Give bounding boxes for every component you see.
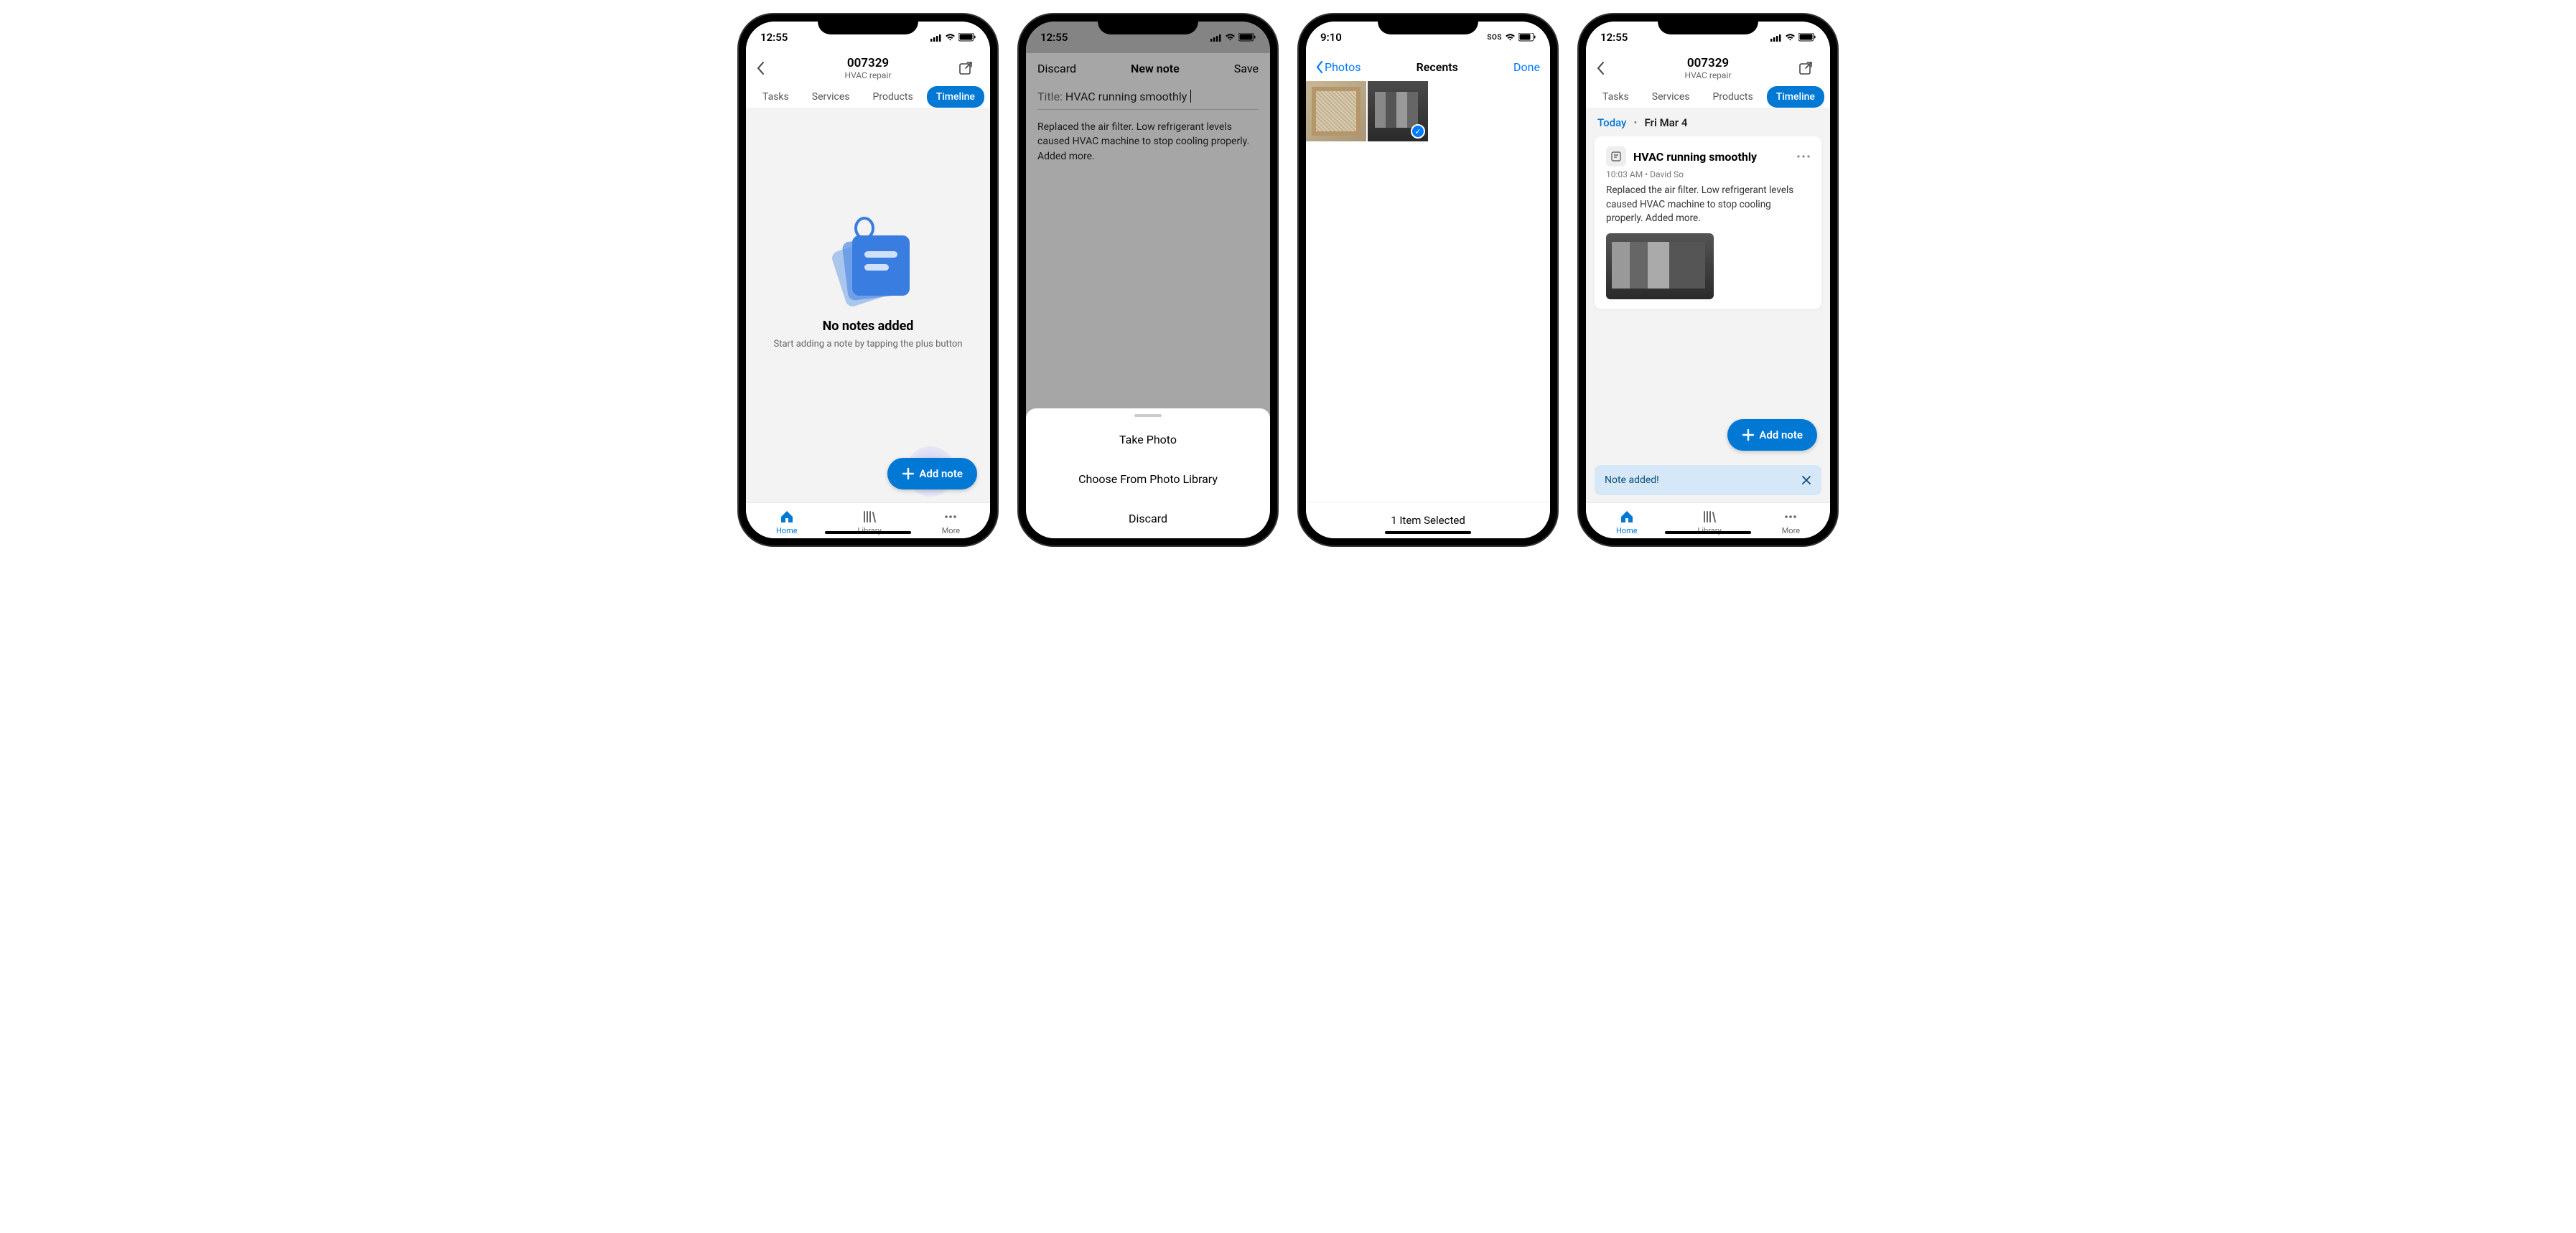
tab-tasks[interactable]: Tasks [753,86,798,108]
page-title: 007329 [778,56,958,70]
nav-home[interactable]: Home [776,509,798,535]
page-header: 007329 HVAC repair [1586,53,1830,86]
plus-icon [1742,428,1755,441]
tab-services[interactable]: Services [1643,86,1699,108]
add-note-button[interactable]: Add note [1727,419,1817,451]
ellipsis-icon [1797,155,1810,158]
date-header: Today • Fri Mar 4 [1586,108,1830,136]
tab-products[interactable]: Products [864,86,923,108]
date-text: Fri Mar 4 [1644,116,1687,129]
tab-timeline[interactable]: Timeline [1767,86,1824,108]
home-icon [1619,509,1635,525]
toast-close-button[interactable] [1801,475,1811,485]
empty-title: No notes added [823,319,914,334]
phone-4: 12:55 007329 HVAC repair Tasks Services … [1579,14,1837,545]
home-icon [779,509,795,525]
tabs: Tasks Services Products Timeline [746,86,990,108]
photo-thumb-1[interactable] [1306,81,1366,141]
picker-title: Recents [1417,60,1458,74]
tab-services[interactable]: Services [803,86,859,108]
back-button[interactable] [756,61,778,75]
photo-grid: ✓ [1306,81,1550,141]
photo-thumb-2[interactable]: ✓ [1368,81,1428,141]
page-subtitle: HVAC repair [1618,70,1798,80]
fab-label: Add note [1759,428,1803,441]
tab-tasks[interactable]: Tasks [1593,86,1638,108]
photos-back-button[interactable]: Photos [1316,60,1361,74]
toast-message: Note added! [1605,474,1659,486]
tab-timeline[interactable]: Timeline [927,86,984,108]
selected-check-icon: ✓ [1411,124,1425,139]
empty-state: No notes added Start adding a note by ta… [746,108,990,502]
notes-illustration-icon [825,215,911,309]
add-note-button[interactable]: Add note [887,458,977,489]
note-icon [1606,146,1626,167]
phone-3: 9:10 SOS Photos Recents Done ✓ 1 Item Se… [1299,14,1557,545]
status-icons [1770,33,1816,42]
signal-icon [930,34,942,42]
home-indicator[interactable] [825,531,911,534]
card-more-button[interactable] [1797,155,1810,158]
empty-subtitle: Start adding a note by tapping the plus … [773,338,962,351]
sheet-handle[interactable] [1134,414,1162,417]
status-time: 12:55 [760,31,788,44]
nav-home[interactable]: Home [1616,509,1638,535]
take-photo-button[interactable]: Take Photo [1026,420,1270,459]
sheet-discard-button[interactable]: Discard [1026,499,1270,538]
card-attachment-image[interactable] [1606,233,1714,299]
page-header: 007329 HVAC repair [746,53,990,86]
card-meta: 10:03 AM • David So [1606,169,1810,179]
battery-icon [958,33,976,42]
more-icon [943,509,958,525]
sos-indicator: SOS [1487,34,1502,42]
wifi-icon [945,34,956,42]
home-indicator[interactable] [1385,531,1471,534]
status-time: 12:55 [1600,31,1628,44]
open-external-button[interactable] [958,61,980,75]
close-icon [1801,475,1811,485]
library-icon [1702,509,1717,525]
home-indicator[interactable] [1665,531,1751,534]
note-added-toast: Note added! [1595,465,1821,495]
choose-library-button[interactable]: Choose From Photo Library [1026,459,1270,499]
done-button[interactable]: Done [1513,60,1540,74]
nav-more[interactable]: More [1782,509,1800,535]
open-external-button[interactable] [1798,61,1820,75]
tabs: Tasks Services Products Timeline [1586,86,1830,108]
content-area: No notes added Start adding a note by ta… [746,108,990,502]
card-body: Replaced the air filter. Low refrigerant… [1606,184,1810,226]
today-link[interactable]: Today [1597,116,1626,129]
tab-products[interactable]: Products [1704,86,1763,108]
status-time: 9:10 [1320,31,1342,44]
phone-2: 12:55 Discard New note Save Title: HVAC … [1019,14,1277,545]
status-icons [930,33,976,42]
photo-picker-header: Photos Recents Done [1306,53,1550,81]
photo-action-sheet: Take Photo Choose From Photo Library Dis… [1026,408,1270,538]
fab-label: Add note [919,467,963,480]
nav-more[interactable]: More [942,509,960,535]
more-icon [1783,509,1798,525]
status-icons: SOS [1487,33,1536,42]
page-title: 007329 [1618,56,1798,70]
page-subtitle: HVAC repair [778,70,958,80]
plus-icon [902,467,915,480]
content-area: Today • Fri Mar 4 HVAC running smoothly … [1586,108,1830,502]
timeline-note-card[interactable]: HVAC running smoothly 10:03 AM • David S… [1595,136,1821,309]
back-button[interactable] [1596,61,1618,75]
library-icon [862,509,877,525]
phone-1: 12:55 007329 HVAC repair Tasks Services … [739,14,997,545]
card-title: HVAC running smoothly [1633,150,1790,164]
